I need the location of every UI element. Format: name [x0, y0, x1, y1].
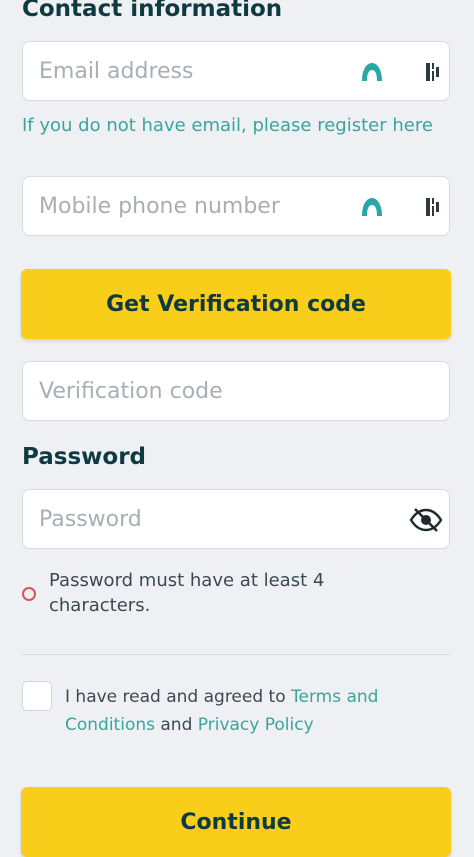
verification-code-input[interactable]	[23, 362, 449, 420]
verification-code-field-container	[22, 361, 450, 421]
register-link[interactable]: If you do not have email, please registe…	[22, 113, 442, 139]
phone-input[interactable]	[23, 177, 449, 235]
password-manager-icon[interactable]	[423, 59, 443, 85]
agreement-middle: and	[154, 715, 198, 735]
registration-form: Contact information If you do not have e…	[0, 0, 474, 857]
continue-button[interactable]: Continue	[21, 787, 451, 857]
error-circle-icon	[22, 587, 36, 601]
agreement-text: I have read and agreed to Terms and Cond…	[65, 683, 445, 739]
password-hint-text: Password must have at least 4 characters…	[49, 570, 325, 616]
email-field-container	[22, 41, 450, 101]
terms-checkbox[interactable]	[22, 681, 52, 711]
password-input[interactable]	[23, 490, 449, 548]
get-verification-code-button[interactable]: Get Verification code	[21, 269, 451, 339]
password-field-container	[22, 489, 450, 549]
privacy-link[interactable]: Privacy Policy	[198, 715, 314, 735]
email-input[interactable]	[23, 42, 449, 100]
password-manager-icon[interactable]	[423, 194, 443, 220]
phone-field-container	[22, 176, 450, 236]
eye-slash-icon[interactable]	[409, 506, 443, 534]
password-heading: Password	[22, 444, 146, 470]
divider	[22, 654, 450, 655]
autofill-extension-icon[interactable]	[359, 194, 385, 220]
contact-heading: Contact information	[22, 0, 283, 22]
agreement-prefix: I have read and agreed to	[65, 687, 292, 707]
autofill-extension-icon[interactable]	[359, 59, 385, 85]
